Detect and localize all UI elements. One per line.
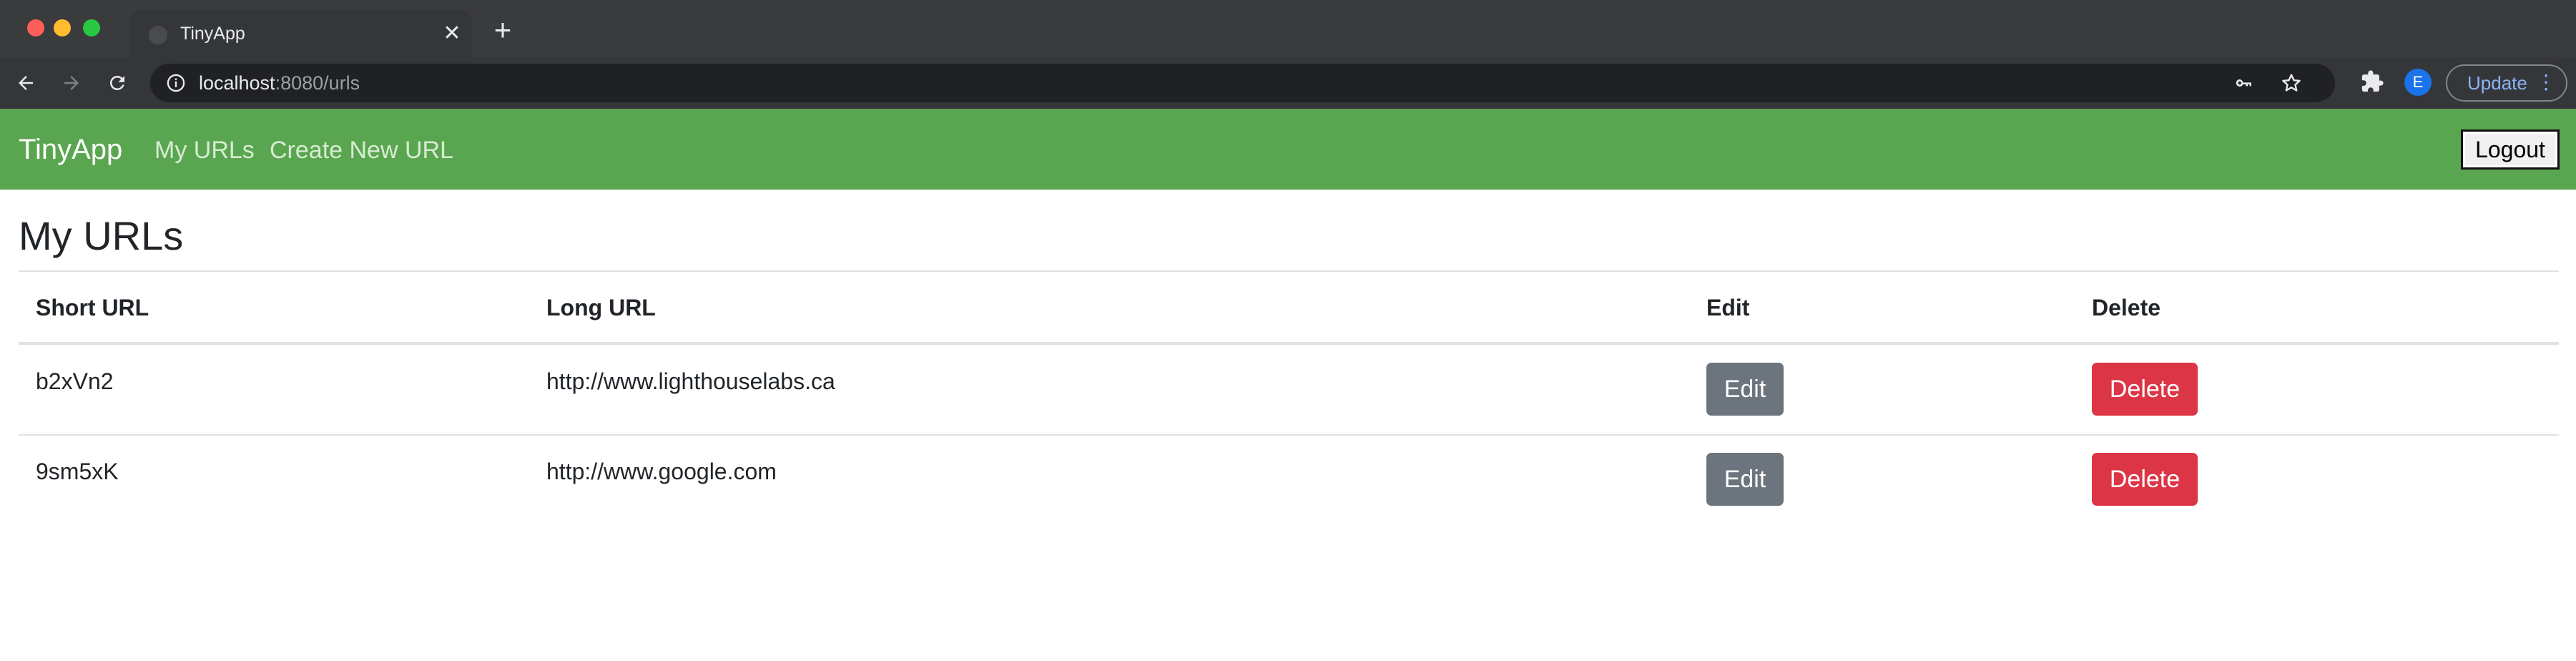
brand-link[interactable]: TinyApp: [19, 133, 122, 166]
forward-arrow-icon: [64, 76, 79, 90]
edit-button[interactable]: Edit: [1706, 363, 1784, 416]
long-url-cell: http://www.google.com: [546, 459, 777, 484]
forward-button[interactable]: [56, 67, 87, 99]
nav-link-create-new-url[interactable]: Create New URL: [270, 136, 453, 165]
column-header-long-url: Long URL: [546, 295, 656, 320]
browser-toolbar: localhost:8080/urls: [0, 57, 2576, 109]
minimize-window-button[interactable]: [54, 19, 71, 36]
tab-close-icon[interactable]: ✕: [441, 22, 463, 45]
reload-button[interactable]: [102, 67, 133, 99]
back-arrow-icon: [19, 76, 33, 90]
delete-button[interactable]: Delete: [2092, 453, 2198, 506]
update-label: Update: [2467, 72, 2527, 94]
browser-tab-strip: TinyApp ✕ +: [0, 0, 2576, 57]
logout-button[interactable]: Logout: [2461, 129, 2560, 170]
new-tab-button[interactable]: +: [488, 15, 517, 45]
key-icon[interactable]: [2232, 72, 2256, 94]
column-header-delete: Delete: [2092, 295, 2161, 320]
delete-button[interactable]: Delete: [2092, 363, 2198, 416]
column-header-short-url: Short URL: [36, 295, 149, 320]
column-header-edit: Edit: [1706, 295, 1750, 320]
edit-button[interactable]: Edit: [1706, 453, 1784, 506]
table-row-divider: [19, 434, 2559, 436]
url-path: :8080/urls: [275, 72, 360, 94]
puzzle-extension-icon[interactable]: [2360, 69, 2384, 94]
table-top-border: [19, 270, 2559, 272]
close-window-button[interactable]: [27, 19, 44, 36]
url-text[interactable]: localhost:8080/urls: [199, 72, 360, 94]
favicon-icon: [149, 26, 167, 44]
address-bar[interactable]: localhost:8080/urls: [150, 64, 2335, 102]
browser-menu-icon[interactable]: ⋮: [2536, 66, 2556, 99]
star-icon[interactable]: [2279, 72, 2304, 94]
short-url-cell: b2xVn2: [36, 368, 114, 394]
app-navbar: TinyApp My URLs Create New URL Logout: [0, 109, 2576, 190]
page-title: My URLs: [19, 213, 184, 258]
url-host: localhost: [199, 72, 275, 94]
info-icon[interactable]: [166, 73, 186, 93]
short-url-cell: 9sm5xK: [36, 459, 119, 484]
reload-icon: [110, 76, 124, 90]
tab-title: TinyApp: [180, 24, 245, 44]
maximize-window-button[interactable]: [83, 19, 100, 36]
table-header-border: [19, 342, 2559, 345]
profile-avatar[interactable]: E: [2404, 69, 2432, 96]
browser-tab-tinyapp[interactable]: TinyApp ✕: [129, 10, 472, 57]
back-button[interactable]: [10, 67, 41, 99]
nav-link-my-urls[interactable]: My URLs: [154, 136, 255, 165]
long-url-cell: http://www.lighthouselabs.ca: [546, 368, 835, 394]
update-button[interactable]: Update ⋮: [2446, 64, 2567, 102]
